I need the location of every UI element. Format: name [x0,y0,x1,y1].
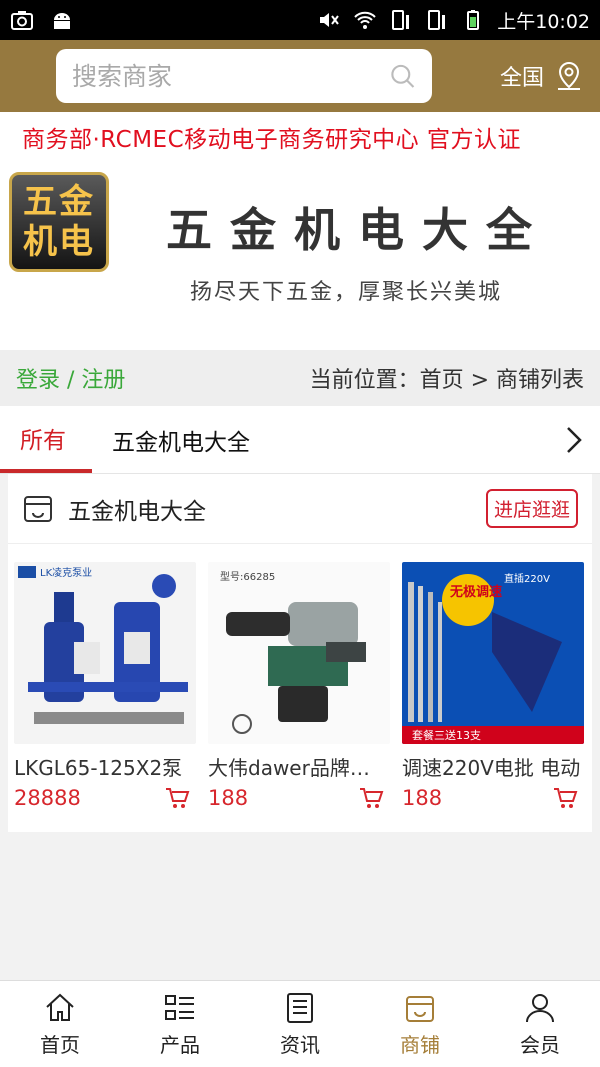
product-price: 188 [208,786,249,810]
product-title[interactable]: 调速220V电批 电动 [402,752,582,781]
wifi-icon [354,11,376,29]
nav-label: 产品 [160,1032,200,1057]
promo-footer: 套餐三送13支 [412,728,481,742]
cart-icon[interactable] [358,785,384,811]
chevron-right-icon[interactable] [562,424,586,456]
nav-home[interactable]: 首页 [0,981,120,1067]
product-image-pump[interactable]: LK凌克泵业 [14,562,196,744]
nav-label: 商铺 [400,1032,440,1057]
product-item[interactable]: LK凌克泵业 LKGL65-125X2泵 28888 [8,562,202,811]
search-box[interactable] [56,49,432,103]
mute-icon [320,13,340,27]
product-item[interactable]: 型号:66285 大伟dawer品牌电锤 188 [202,562,396,811]
region-label: 全国 [499,66,544,91]
battery-icon [467,10,480,30]
shop-name: 五金机电大全 [68,498,206,525]
enter-shop-button[interactable]: 进店逛逛 [485,489,578,528]
breadcrumb: 当前位置：首页 > 商铺列表 [309,368,584,393]
logo-text-line2: 机电 [23,222,95,262]
logo-text-line1: 五金 [23,182,95,222]
android-icon [54,13,70,29]
top-header: 全国 [0,40,600,112]
pump-brand-tag: LK凌克泵业 [40,566,92,579]
home-icon [46,993,74,1021]
sim2-signal-icon [428,10,446,30]
product-price: 188 [402,786,443,810]
tab-hardware[interactable]: 五金机电大全 [92,406,250,473]
search-input[interactable] [72,61,389,91]
sim1-signal-icon [392,10,410,30]
store-icon [24,495,52,522]
status-bar: 上午10:02 [0,0,600,40]
product-title[interactable]: 大伟dawer品牌电锤 [208,752,388,781]
news-icon [287,992,313,1023]
shop-card-header: 五金机电大全 进店逛逛 [8,474,592,544]
product-price: 28888 [14,786,81,810]
bottom-navigation: 首页 产品 资讯 商铺 会员 [0,980,600,1067]
product-image-hammer-drill[interactable]: 型号:66285 [208,562,390,744]
location-pin-icon [558,61,580,90]
brand-banner: 五金 机电 五金机电大全 扬尽天下五金，厚聚长兴美城 [0,162,600,350]
brand-title: 五金机电大全 [166,203,550,257]
cart-icon[interactable] [164,785,190,811]
product-title[interactable]: LKGL65-125X2泵 [14,752,194,781]
badge-text: 无极调速 [449,584,502,600]
voltage-tag: 直插220V [504,572,550,585]
nav-products[interactable]: 产品 [120,981,240,1067]
product-image-screwdriver[interactable]: 无极调速 直插220V 套餐三送13支 [402,562,584,744]
certification-banner: 商务部·RCMEC移动电子商务研究中心 官方认证 [0,112,600,162]
user-icon [526,993,554,1022]
search-icon[interactable] [389,60,416,92]
cart-icon[interactable] [552,785,578,811]
nav-label: 资讯 [280,1032,320,1057]
drill-model-tag: 型号:66285 [220,570,275,583]
status-time: 上午10:02 [497,10,590,33]
nav-news[interactable]: 资讯 [240,981,360,1067]
brand-slogan: 扬尽天下五金，厚聚长兴美城 [190,280,503,305]
nav-stores[interactable]: 商铺 [360,981,480,1067]
region-selector[interactable]: 全国 [500,60,584,92]
store-icon [406,995,434,1022]
brand-logo: 五金 机电 [9,172,109,272]
tab-all[interactable]: 所有 [0,406,92,473]
login-register-link[interactable]: 登录 / 注册 [16,362,125,394]
nav-member[interactable]: 会员 [480,981,600,1067]
nav-label: 会员 [520,1032,560,1057]
shop-card: 五金机电大全 进店逛逛 LK凌克泵业 LKGL65-125X2泵 28888 型… [8,474,592,832]
list-icon [165,994,194,1020]
nav-label: 首页 [40,1032,80,1057]
category-tabs: 所有 五金机电大全 [0,406,600,474]
info-row: 登录 / 注册 当前位置：首页 > 商铺列表 [0,350,600,406]
screenshot-icon [11,11,33,30]
product-item[interactable]: 无极调速 直插220V 套餐三送13支 调速220V电批 电动 188 [396,562,590,811]
product-list: LK凌克泵业 LKGL65-125X2泵 28888 型号:66285 大伟da… [8,544,592,811]
